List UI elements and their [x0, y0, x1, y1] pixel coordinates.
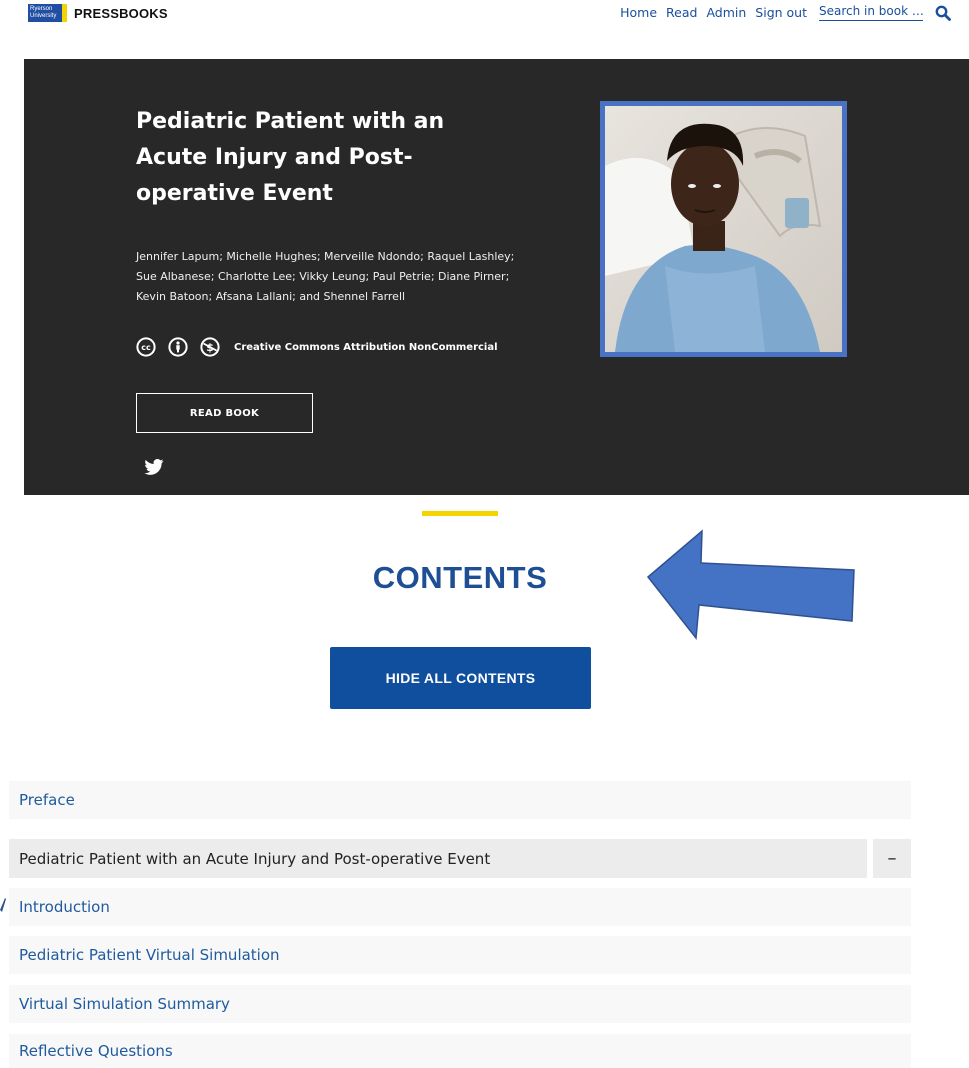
book-cover-image [600, 101, 847, 357]
logo-text: PRESSBOOKS [74, 5, 168, 21]
pressbooks-logo[interactable]: Ryerson University PRESSBOOKS [28, 4, 168, 22]
toc-item-introduction[interactable]: Introduction [9, 888, 911, 926]
toc-part-heading[interactable]: Pediatric Patient with an Acute Injury a… [9, 839, 867, 878]
twitter-icon[interactable] [144, 459, 164, 475]
annotation-arrow-icon [646, 529, 855, 640]
top-bar: Ryerson University PRESSBOOKS Home Read … [0, 0, 969, 28]
toc-item-label: Preface [19, 791, 75, 809]
toc-part-label: Pediatric Patient with an Acute Injury a… [19, 849, 491, 868]
book-hero: Pediatric Patient with an Acute Injury a… [24, 59, 969, 495]
toc-item-label: Virtual Simulation Summary [19, 995, 230, 1013]
annotation-arrow-tip-icon [0, 898, 6, 912]
nav-sign-out[interactable]: Sign out [755, 5, 807, 20]
search-icon[interactable] [935, 5, 951, 21]
toc-item-simulation-summary[interactable]: Virtual Simulation Summary [9, 985, 911, 1023]
badge-line-2: University [30, 13, 57, 19]
book-title: Pediatric Patient with an Acute Injury a… [136, 109, 445, 206]
license-label[interactable]: Creative Commons Attribution NonCommerci… [234, 342, 498, 353]
toc-item-preface[interactable]: Preface [9, 781, 911, 819]
toc-item-reflective-questions[interactable]: Reflective Questions [9, 1034, 911, 1068]
cc-icon: cc [136, 337, 156, 357]
main-nav: Home Read Admin Sign out [611, 4, 951, 21]
attribution-icon [168, 337, 188, 357]
toc-item-label: Introduction [19, 898, 110, 916]
license-row: cc $ Creative Commons Attribution NonCom… [136, 337, 498, 357]
svg-text:cc: cc [141, 343, 151, 352]
nav-admin[interactable]: Admin [706, 5, 746, 20]
section-divider [422, 511, 498, 516]
collapse-part-button[interactable]: – [873, 839, 911, 878]
read-book-button[interactable]: READ BOOK [136, 393, 313, 433]
toc-item-label: Pediatric Patient Virtual Simulation [19, 946, 280, 964]
nav-read[interactable]: Read [666, 5, 697, 20]
badge-line-1: Ryerson [30, 6, 53, 12]
book-authors: Jennifer Lapum; Michelle Hughes; Merveil… [136, 250, 515, 303]
nav-home[interactable]: Home [620, 5, 657, 20]
noncommercial-icon: $ [200, 337, 220, 357]
toc-item-virtual-simulation[interactable]: Pediatric Patient Virtual Simulation [9, 936, 911, 974]
toc-item-label: Reflective Questions [19, 1042, 173, 1060]
search-input[interactable] [819, 4, 923, 21]
ryerson-university-badge: Ryerson University [28, 4, 67, 22]
hide-all-contents-button[interactable]: HIDE ALL CONTENTS [330, 647, 591, 709]
